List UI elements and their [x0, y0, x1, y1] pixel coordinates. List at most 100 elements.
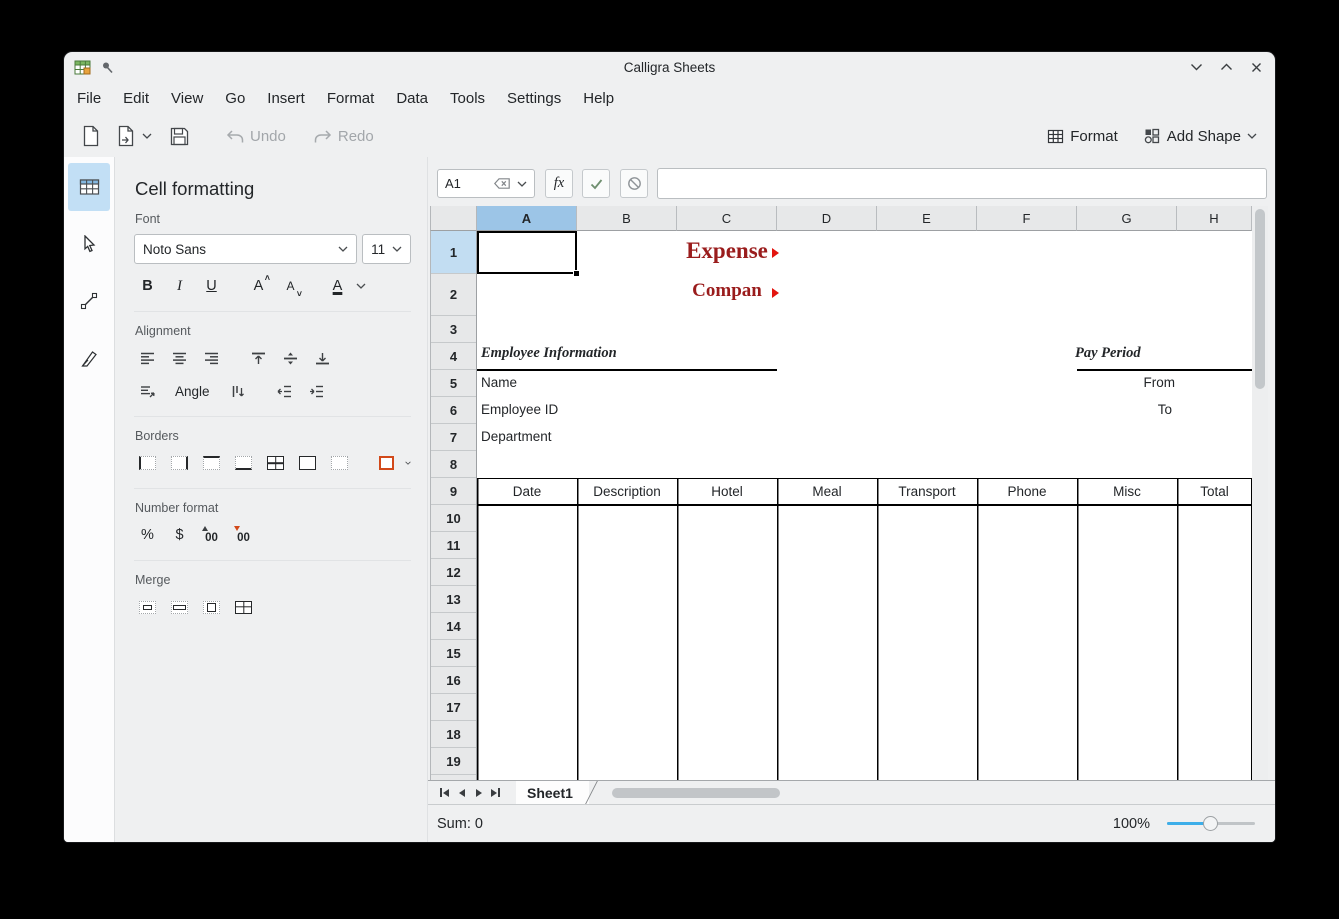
row-header[interactable]: 17 [431, 694, 476, 721]
row-header[interactable]: 11 [431, 532, 476, 559]
row-header[interactable]: 1 [431, 231, 476, 274]
cell-company-name[interactable]: Compan [627, 280, 827, 302]
increase-precision-button[interactable]: 00 [198, 523, 225, 547]
vertical-scrollbar[interactable] [1252, 206, 1268, 780]
border-all-button[interactable] [262, 451, 289, 475]
align-right-button[interactable] [198, 346, 225, 370]
column-header[interactable]: C [677, 206, 777, 231]
menu-item[interactable]: Go [214, 85, 256, 112]
grow-font-button[interactable]: A˄ [245, 274, 272, 298]
tool-cell-editor[interactable] [68, 163, 110, 211]
menu-item[interactable]: File [66, 85, 112, 112]
menu-item[interactable]: Tools [439, 85, 496, 112]
row-header[interactable]: 14 [431, 613, 476, 640]
tool-calligraphy-pen[interactable] [68, 334, 110, 382]
currency-format-button[interactable]: $ [166, 523, 193, 547]
vertical-text-button[interactable] [224, 379, 251, 403]
row-header[interactable]: 7 [431, 424, 476, 451]
row-header[interactable]: 8 [431, 451, 476, 478]
cell-pay-period[interactable]: Pay Period [1075, 345, 1141, 362]
cell-from-label[interactable]: From [1077, 375, 1175, 390]
expense-table-header-cell[interactable]: Transport [877, 479, 977, 505]
row-header[interactable]: 3 [431, 316, 476, 343]
font-color-button[interactable]: A [324, 274, 351, 298]
align-top-button[interactable] [245, 346, 272, 370]
zoom-slider-knob[interactable] [1203, 816, 1218, 831]
column-header[interactable]: F [977, 206, 1077, 231]
open-document-icon[interactable] [116, 125, 152, 147]
text-rotation-button[interactable] [134, 379, 161, 403]
border-left-button[interactable] [134, 451, 161, 475]
accept-formula-button[interactable] [582, 169, 610, 198]
select-all-corner[interactable] [430, 206, 477, 231]
bold-button[interactable]: B [134, 274, 161, 298]
expense-table-header-cell[interactable]: Total [1177, 479, 1252, 505]
unmerge-cells-button[interactable] [230, 595, 257, 619]
chevron-down-icon[interactable] [405, 460, 411, 466]
expense-table-header-cell[interactable]: Meal [777, 479, 877, 505]
column-header[interactable]: E [877, 206, 977, 231]
row-header[interactable]: 4 [431, 343, 476, 370]
previous-sheet-button[interactable] [453, 784, 470, 801]
horizontal-scrollbar-thumb[interactable] [612, 788, 780, 798]
format-button[interactable]: Format [1047, 128, 1118, 145]
last-sheet-button[interactable] [487, 784, 504, 801]
cell-reference-combo[interactable]: A1 [437, 169, 535, 198]
decrease-indent-button[interactable] [271, 379, 298, 403]
cancel-formula-button[interactable] [620, 169, 648, 198]
increase-indent-button[interactable] [303, 379, 330, 403]
row-header[interactable]: 6 [431, 397, 476, 424]
row-header[interactable]: 9 [431, 478, 476, 505]
cell-name-label[interactable]: Name [481, 375, 517, 390]
next-sheet-button[interactable] [470, 784, 487, 801]
row-header[interactable]: 19 [431, 748, 476, 775]
new-document-icon[interactable] [81, 125, 101, 147]
underline-button[interactable]: U [198, 274, 225, 298]
row-header[interactable]: 18 [431, 721, 476, 748]
border-color-button[interactable] [373, 451, 400, 475]
merge-cells-button[interactable] [134, 595, 161, 619]
row-header[interactable]: 5 [431, 370, 476, 397]
row-header[interactable]: 13 [431, 586, 476, 613]
merge-horizontal-button[interactable] [166, 595, 193, 619]
maximize-window-icon[interactable] [1219, 60, 1233, 74]
chevron-down-icon[interactable] [356, 283, 366, 289]
chevron-down-icon[interactable] [517, 181, 527, 187]
undo-button[interactable]: Undo [226, 128, 286, 145]
vertical-scrollbar-thumb[interactable] [1255, 209, 1265, 389]
border-bottom-button[interactable] [230, 451, 257, 475]
row-header[interactable]: 2 [431, 274, 476, 316]
cell-expense-title[interactable]: Expense [627, 238, 827, 264]
formula-wizard-button[interactable]: fx [545, 169, 573, 198]
shrink-font-button[interactable]: A˅ [277, 274, 304, 298]
titlebar[interactable]: Calligra Sheets [64, 52, 1275, 82]
font-family-select[interactable]: Noto Sans [134, 234, 357, 264]
menu-item[interactable]: Insert [256, 85, 316, 112]
menu-item[interactable]: Edit [112, 85, 160, 112]
border-outline-button[interactable] [294, 451, 321, 475]
menu-item[interactable]: View [160, 85, 214, 112]
column-header[interactable]: B [577, 206, 677, 231]
tool-shape-select[interactable] [68, 220, 110, 268]
cell-selection-marquee[interactable] [477, 231, 577, 274]
border-none-button[interactable] [326, 451, 353, 475]
tool-line-connector[interactable] [68, 277, 110, 325]
row-header[interactable]: 12 [431, 559, 476, 586]
menu-item[interactable]: Data [385, 85, 439, 112]
formula-input[interactable] [657, 168, 1267, 199]
decrease-precision-button[interactable]: 00 [230, 523, 257, 547]
pin-icon[interactable] [101, 61, 114, 74]
close-window-icon[interactable] [1249, 60, 1263, 74]
merge-vertical-button[interactable] [198, 595, 225, 619]
sheet-tab[interactable]: Sheet1 [516, 781, 589, 805]
cell-department-label[interactable]: Department [481, 429, 552, 444]
clear-icon[interactable] [494, 178, 510, 189]
row-header[interactable]: 10 [431, 505, 476, 532]
sheet-grid[interactable]: DateDescriptionHotelMealTransportPhoneMi… [477, 231, 1252, 780]
add-shape-button[interactable]: Add Shape [1144, 128, 1257, 145]
save-icon[interactable] [169, 126, 190, 147]
column-header[interactable]: A [477, 206, 577, 231]
zoom-slider[interactable] [1167, 816, 1255, 831]
selection-fill-handle[interactable] [573, 270, 580, 277]
expense-table-header-cell[interactable]: Description [577, 479, 677, 505]
